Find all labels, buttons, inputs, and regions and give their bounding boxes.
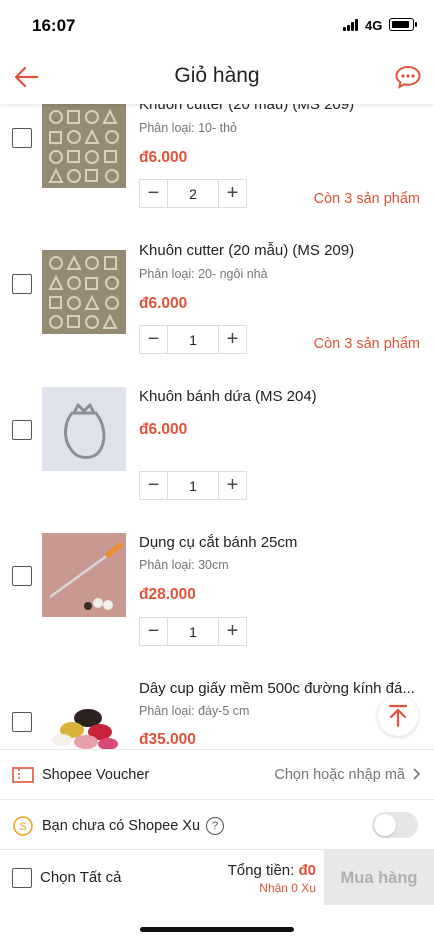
- total-price: Tổng tiền: đ0: [228, 862, 316, 879]
- quantity-stepper: − 2 +: [139, 179, 247, 208]
- svg-text:S: S: [19, 821, 26, 833]
- quantity-stepper: − 1 +: [139, 325, 247, 354]
- plus-button[interactable]: +: [219, 326, 246, 353]
- product-image[interactable]: [42, 678, 126, 750]
- minus-button[interactable]: −: [140, 618, 167, 645]
- total-label: Tổng tiền:: [227, 862, 295, 879]
- voucher-action[interactable]: Chọn hoặc nhập mã: [274, 767, 422, 783]
- product-name[interactable]: Khuôn cutter (20 mẫu) (MS 209): [139, 242, 419, 259]
- cart-item: Khuôn bánh dứa (MS 204) đ6.000 − 1 +: [0, 382, 434, 528]
- chevron-right-icon: [413, 768, 421, 780]
- help-icon[interactable]: ?: [206, 817, 225, 835]
- quantity-value[interactable]: 1: [167, 618, 219, 645]
- cart-item: Dụng cụ cắt bánh 25cm Phân loại: 30cm đ2…: [0, 528, 434, 674]
- voucher-action-label: Chọn hoặc nhập mã: [274, 767, 405, 783]
- item-checkbox[interactable]: [12, 128, 32, 148]
- header: Giỏ hàng: [0, 50, 434, 104]
- product-price: đ35.000: [139, 731, 196, 748]
- signal-icon: [343, 19, 361, 31]
- quantity-value[interactable]: 1: [167, 472, 219, 499]
- battery-icon: [389, 18, 417, 31]
- product-variant[interactable]: Phân loại: 20- ngôi nhà: [139, 267, 268, 281]
- earn-xu: Nhận 0 Xu: [259, 881, 316, 895]
- xu-label: Bạn chưa có Shopee Xu?: [42, 817, 225, 835]
- product-name[interactable]: Dụng cụ cắt bánh 25cm: [139, 534, 419, 551]
- cart-item: Khuôn cutter (20 mẫu) (MS 209) Phân loại…: [0, 236, 434, 382]
- checkout-bar: Chọn Tất cả Tổng tiền: đ0 Nhận 0 Xu Mua …: [0, 849, 434, 906]
- product-price: đ6.000: [139, 149, 188, 166]
- product-price: đ6.000: [139, 295, 188, 312]
- voucher-label: Shopee Voucher: [42, 767, 150, 783]
- quantity-value[interactable]: 2: [167, 180, 219, 207]
- product-name[interactable]: Khuôn cutter (20 mẫu) (MS 209): [139, 104, 419, 113]
- status-bar: 16:07 4G: [0, 0, 434, 50]
- item-checkbox[interactable]: [12, 274, 32, 294]
- product-image[interactable]: [42, 387, 126, 471]
- voucher-row[interactable]: Shopee Voucher Chọn hoặc nhập mã: [0, 749, 434, 799]
- product-variant[interactable]: Phân loại: 10- thỏ: [139, 121, 237, 135]
- product-name[interactable]: Dây cup giấy mềm 500c đường kính đá...: [139, 680, 419, 697]
- item-checkbox[interactable]: [12, 420, 32, 440]
- plus-button[interactable]: +: [219, 618, 246, 645]
- quantity-value[interactable]: 1: [167, 326, 219, 353]
- cart-item: Khuôn cutter (20 mẫu) (MS 209) Phân loại…: [0, 104, 434, 236]
- cart-item: Dây cup giấy mềm 500c đường kính đá... P…: [0, 674, 434, 750]
- plus-button[interactable]: +: [219, 180, 246, 207]
- xu-toggle[interactable]: [372, 812, 418, 838]
- product-name[interactable]: Khuôn bánh dứa (MS 204): [139, 388, 419, 405]
- select-all-label[interactable]: Chọn Tất cả: [40, 869, 121, 886]
- buy-button[interactable]: Mua hàng: [324, 850, 434, 906]
- product-price: đ28.000: [139, 586, 196, 603]
- quantity-stepper: − 1 +: [139, 471, 247, 500]
- product-image[interactable]: [42, 250, 126, 334]
- product-variant[interactable]: Phân loại: 30cm: [139, 558, 229, 572]
- product-price: đ6.000: [139, 421, 188, 438]
- cart-list[interactable]: Khuôn cutter (20 mẫu) (MS 209) Phân loại…: [0, 104, 434, 750]
- total-value: đ0: [298, 862, 316, 879]
- product-image[interactable]: [42, 104, 126, 188]
- network-label: 4G: [365, 18, 383, 33]
- item-checkbox[interactable]: [12, 712, 32, 732]
- home-indicator-area: [0, 905, 434, 940]
- minus-button[interactable]: −: [140, 326, 167, 353]
- select-all-checkbox[interactable]: [12, 868, 32, 888]
- page-title: Giỏ hàng: [174, 64, 260, 87]
- plus-button[interactable]: +: [219, 472, 246, 499]
- xu-row: S Bạn chưa có Shopee Xu?: [0, 799, 434, 849]
- home-indicator[interactable]: [140, 927, 294, 932]
- voucher-icon: [12, 765, 34, 785]
- chat-icon[interactable]: [394, 64, 422, 90]
- item-checkbox[interactable]: [12, 566, 32, 586]
- minus-button[interactable]: −: [140, 472, 167, 499]
- minus-button[interactable]: −: [140, 180, 167, 207]
- stock-note: Còn 3 sản phẩm: [313, 336, 420, 352]
- scroll-top-icon[interactable]: [378, 696, 418, 736]
- status-time: 16:07: [32, 16, 76, 35]
- xu-text: Bạn chưa có Shopee Xu: [42, 817, 201, 834]
- stock-note: Còn 3 sản phẩm: [313, 191, 420, 207]
- quantity-stepper: − 1 +: [139, 617, 247, 646]
- coin-icon: S: [12, 815, 34, 836]
- product-variant[interactable]: Phân loại: đáy-5 cm: [139, 704, 249, 718]
- product-image[interactable]: [42, 533, 126, 617]
